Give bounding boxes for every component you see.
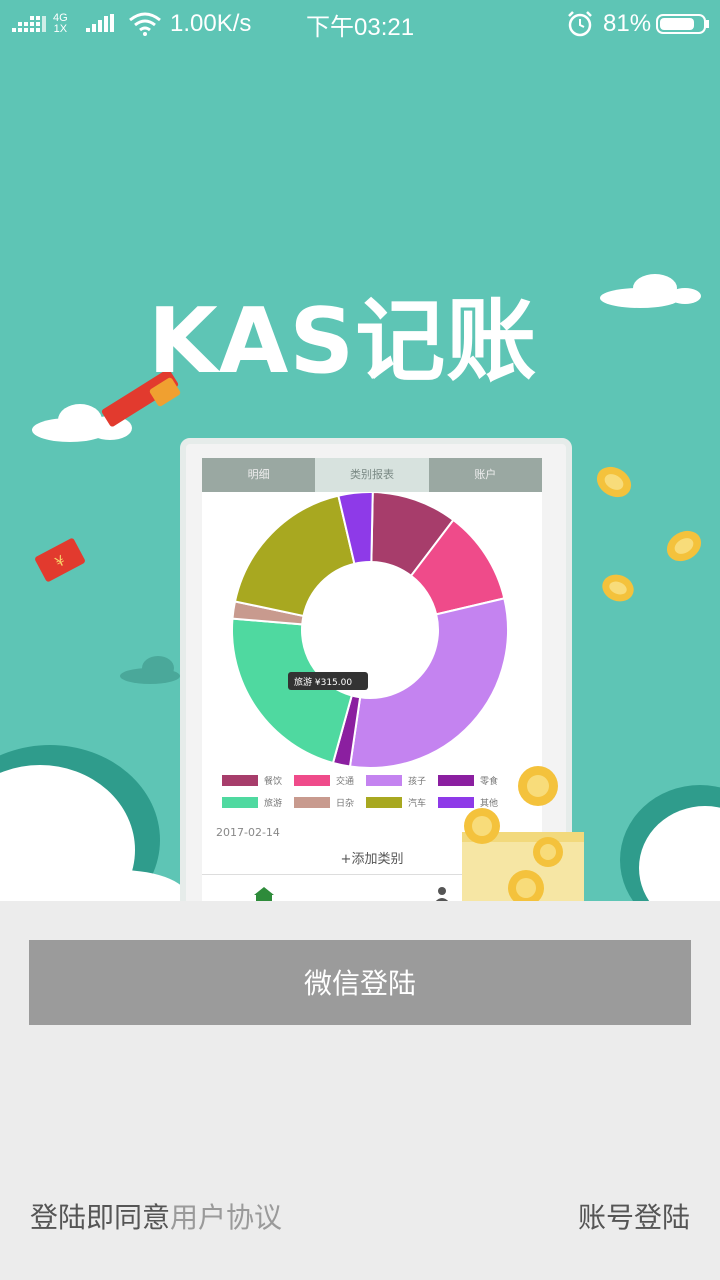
user-agreement-link[interactable]: 用户协议: [170, 1201, 282, 1234]
network-speed: 1.00K/s: [170, 10, 252, 37]
clock-time: 下午03:21: [306, 13, 415, 41]
wifi-icon: [128, 0, 162, 48]
coin-icon: [464, 808, 500, 844]
wechat-login-button[interactable]: 微信登陆: [29, 940, 691, 1025]
network-type-1x: 1X: [53, 23, 68, 35]
coin-icon: [533, 837, 563, 867]
alarm-icon: [566, 0, 594, 48]
battery-icon: [656, 0, 710, 48]
agreement-text: 登陆即同意用户协议: [30, 1196, 282, 1236]
network-type: 4G 1X: [53, 0, 68, 48]
battery-percent: 81%: [603, 10, 652, 37]
coin-icon: [518, 766, 558, 806]
hero-banner: ¥ KAS记账 明细 类别报表 账户 旅游 ¥315.00 餐饮 交通 孩子 零…: [0, 0, 720, 901]
status-bar: 4G 1X 1.00K/s 下午03:21 81%: [0, 0, 720, 48]
account-login-link[interactable]: 账号登陆: [578, 1196, 690, 1236]
agreement-prefix: 登陆即同意: [30, 1201, 171, 1234]
cheese-coins-decoration: [462, 766, 584, 901]
battery-fill: [660, 18, 694, 30]
signal-icon: [12, 0, 48, 48]
signal-bars-icon: [86, 0, 116, 48]
